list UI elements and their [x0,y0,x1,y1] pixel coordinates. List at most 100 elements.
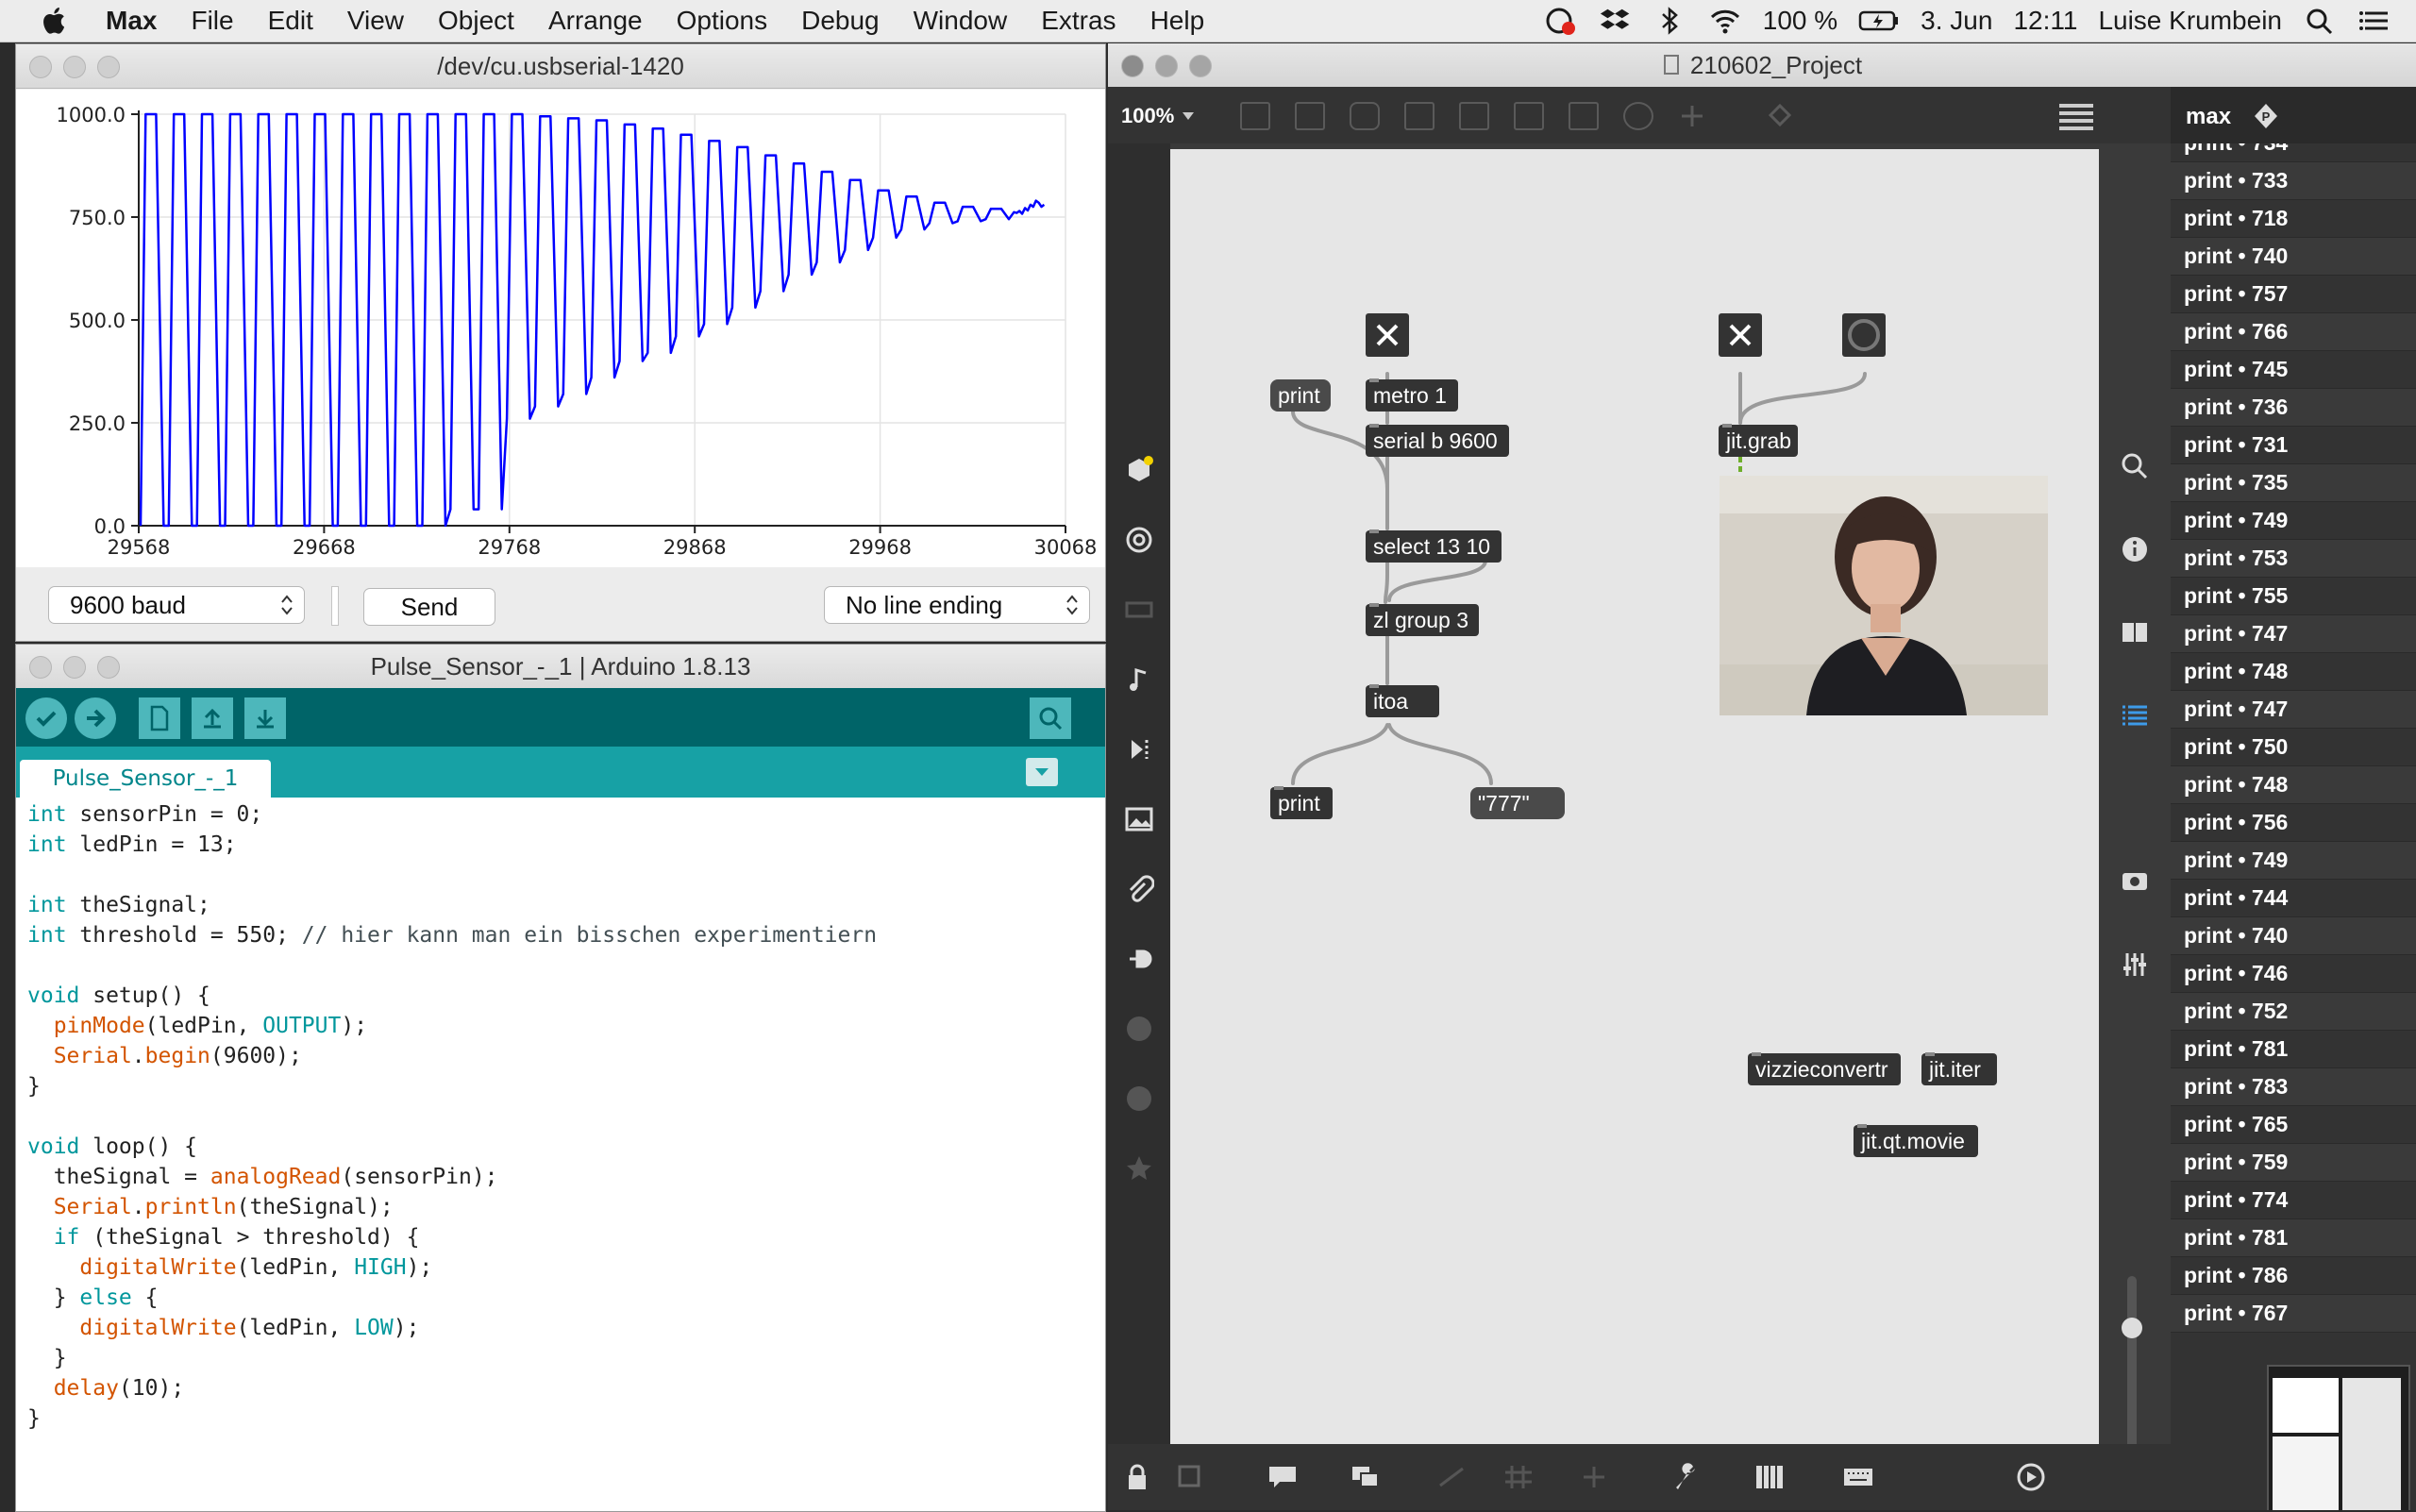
console-list-icon[interactable] [2120,700,2150,731]
star-icon[interactable] [1124,1153,1154,1184]
clock-time[interactable]: 12:11 [2013,6,2077,36]
paint-bucket-icon[interactable] [1765,102,1797,130]
console-line[interactable]: print • 747 [2171,615,2416,653]
menu-app-max[interactable]: Max [106,6,157,36]
close-window-button[interactable] [29,656,52,679]
spotlight-search-icon[interactable] [2303,6,2337,36]
hide-cords-icon[interactable] [1436,1463,1468,1491]
object-jit-iter[interactable]: jit.iter [1921,1052,1997,1085]
object-vizzieconvertr[interactable]: vizzieconvertr [1748,1052,1901,1085]
console-line[interactable]: print • 781 [2171,1219,2416,1257]
console-line[interactable]: print • 765 [2171,1106,2416,1144]
dropbox-icon[interactable] [1599,6,1633,36]
search-icon[interactable] [2120,451,2150,481]
user-name[interactable]: Luise Krumbein [2098,6,2282,36]
console-line[interactable]: print • 740 [2171,917,2416,955]
minimize-window-button[interactable] [63,656,86,679]
patcher-thumbnail[interactable] [2267,1365,2410,1510]
webcam-preview[interactable] [1720,476,2048,715]
menu-help[interactable]: Help [1150,6,1205,36]
console-line[interactable]: print • 783 [2171,1068,2416,1106]
baud-rate-select[interactable]: 9600 baud [48,586,305,624]
toggle-grab[interactable] [1719,313,1762,357]
clock-date[interactable]: 3. Jun [1921,6,1992,36]
patcher-canvas[interactable]: print metro 1 serial b 9600 select 13 10… [1170,149,2099,1444]
button-icon[interactable] [1514,102,1544,130]
console-line[interactable]: print • 744 [2171,880,2416,917]
console-line[interactable]: print • 748 [2171,653,2416,691]
line-ending-select[interactable]: No line ending [824,586,1090,624]
sketch-tab[interactable]: Pulse_Sensor_-_1 [20,760,271,798]
console-line[interactable]: print • 759 [2171,1144,2416,1182]
grid-dots-icon[interactable] [2057,100,2095,132]
console-line[interactable]: print • 750 [2171,729,2416,766]
message-box-icon[interactable] [1295,102,1325,130]
send-text-field[interactable] [331,586,339,626]
code-editor[interactable]: int sensorPin = 0; int ledPin = 13; int t… [27,799,877,1434]
volume-slider-knob[interactable] [2122,1318,2142,1338]
console-line[interactable]: print • 734 [2171,143,2416,162]
mixer-sliders-icon[interactable] [2120,949,2150,980]
console-line[interactable]: print • 745 [2171,351,2416,389]
slider-icon[interactable] [1569,102,1599,130]
wifi-icon[interactable] [1708,6,1742,36]
zoom-window-button[interactable] [97,56,120,78]
comment-bubble-icon[interactable] [1267,1463,1299,1491]
close-window-button[interactable] [1121,55,1144,77]
object-print-bottom[interactable]: print [1270,786,1333,819]
menu-options[interactable]: Options [677,6,768,36]
bang-icon[interactable] [1459,102,1489,130]
zoom-level[interactable]: 100% [1121,104,1174,128]
bluetooth-icon[interactable] [1653,6,1687,36]
send-button[interactable]: Send [363,588,495,626]
console-line[interactable]: print • 731 [2171,427,2416,464]
console-message-list[interactable]: print • 734print • 733print • 718print •… [2171,143,2416,1370]
lock-icon[interactable] [1121,1463,1153,1491]
grid-icon[interactable] [1502,1463,1535,1491]
upload-button[interactable] [75,697,116,739]
comment-icon[interactable] [1350,102,1380,130]
object-jit-qt-movie[interactable]: jit.qt.movie [1854,1124,1978,1157]
notification-center-icon[interactable] [2357,6,2391,36]
beap-icon[interactable] [1124,1084,1154,1114]
dial-icon[interactable] [1623,102,1653,130]
align-icon[interactable] [1240,102,1270,130]
image-icon[interactable] [1124,804,1154,834]
wrench-icon[interactable] [1670,1463,1703,1491]
toggle-icon[interactable] [1404,102,1434,130]
menu-view[interactable]: View [347,6,404,36]
snapshot-camera-icon[interactable] [2120,865,2150,895]
console-line[interactable]: print • 766 [2171,313,2416,351]
object-zl-group[interactable]: zl group 3 [1366,603,1479,636]
close-window-button[interactable] [29,56,52,78]
console-line[interactable]: print • 755 [2171,578,2416,615]
console-line[interactable]: print • 746 [2171,955,2416,993]
menu-window[interactable]: Window [914,6,1008,36]
menu-object[interactable]: Object [438,6,514,36]
chevron-down-icon[interactable] [1182,111,1195,121]
save-sketch-button[interactable] [244,697,286,739]
console-line[interactable]: print • 767 [2171,1295,2416,1333]
object-select[interactable]: select 13 10 [1366,529,1502,563]
console-line[interactable]: print • 736 [2171,389,2416,427]
media-icon[interactable] [1124,734,1154,764]
zoom-window-button[interactable] [97,656,120,679]
menu-file[interactable]: File [191,6,233,36]
console-line[interactable]: print • 733 [2171,162,2416,200]
plotter-titlebar[interactable]: /dev/cu.usbserial-1420 [16,44,1105,89]
console-line[interactable]: print • 756 [2171,804,2416,842]
battery-icon[interactable] [1858,6,1900,36]
toggle-metro[interactable] [1366,313,1409,357]
arduino-titlebar[interactable]: Pulse_Sensor_-_1 | Arduino 1.8.13 [16,645,1105,689]
new-object-icon[interactable] [1578,1463,1610,1491]
object-serial[interactable]: serial b 9600 [1366,424,1509,457]
project-icon[interactable]: P [2252,102,2280,130]
message-777[interactable]: "777" [1470,787,1565,819]
info-icon[interactable] [2120,534,2150,564]
console-line[interactable]: print • 748 [2171,766,2416,804]
menu-debug[interactable]: Debug [801,6,880,36]
console-line[interactable]: print • 735 [2171,464,2416,502]
tab-menu-button[interactable] [1026,758,1058,786]
open-sketch-button[interactable] [192,697,233,739]
presentation-icon[interactable] [1176,1463,1208,1491]
